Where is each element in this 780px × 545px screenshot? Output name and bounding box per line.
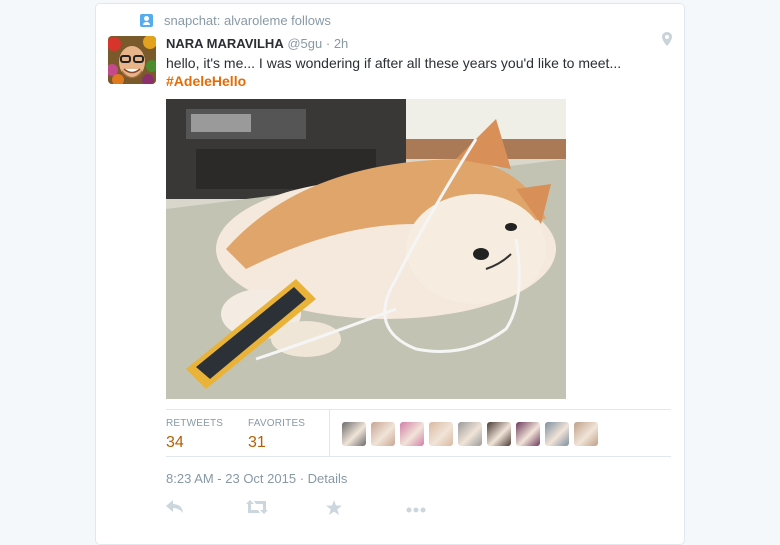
retweet-icon (246, 500, 268, 514)
tweet-photo[interactable] (166, 99, 566, 399)
retweets-stat[interactable]: RETWEETS 34 (166, 418, 223, 452)
user-follow-icon (140, 14, 153, 27)
favoriter-avatar[interactable] (516, 422, 540, 446)
avatar[interactable] (108, 36, 156, 84)
retweets-count: 34 (166, 434, 184, 451)
favoriter-avatar[interactable] (545, 422, 569, 446)
stats-divider (329, 410, 330, 456)
dog-photo (166, 99, 566, 399)
tweet-context: snapchat: alvaroleme follows (140, 13, 331, 28)
details-link[interactable]: Details (308, 471, 348, 486)
favoriters-list (342, 422, 603, 446)
tweet-stats: RETWEETS 34 FAVORITES 31 (166, 409, 671, 457)
retweet-button[interactable] (246, 500, 326, 520)
favoriter-avatar[interactable] (429, 422, 453, 446)
favorites-label: FAVORITES (248, 418, 306, 429)
favoriter-avatar[interactable] (342, 422, 366, 446)
more-icon (406, 507, 426, 513)
tweet-body: hello, it's me... I was wondering if aft… (166, 55, 622, 71)
tweet-meta: 8:23 AM - 23 Oct 2015 · Details (166, 471, 347, 486)
tweet-header: NARA MARAVILHA @5gu · 2h (166, 36, 348, 51)
user-screen-name[interactable]: @5gu (287, 36, 322, 51)
favoriter-avatar[interactable] (371, 422, 395, 446)
favorites-stat[interactable]: FAVORITES 31 (248, 418, 305, 452)
time-separator: · (325, 36, 331, 51)
location-pin-icon[interactable] (662, 32, 672, 46)
favoriter-avatar[interactable] (574, 422, 598, 446)
tweet-text: hello, it's me... I was wondering if aft… (166, 54, 621, 90)
favoriter-avatar[interactable] (400, 422, 424, 446)
user-fullname[interactable]: NARA MARAVILHA (166, 36, 284, 51)
retweets-label: RETWEETS (166, 418, 224, 429)
favorite-button[interactable] (326, 500, 406, 520)
favoriter-avatar[interactable] (458, 422, 482, 446)
meta-separator: · (299, 471, 305, 486)
context-text: snapchat: alvaroleme follows (164, 13, 331, 28)
star-icon (326, 500, 342, 515)
reply-icon (166, 500, 183, 513)
tweet-actions (166, 500, 486, 520)
favorites-count: 31 (248, 434, 266, 451)
more-button[interactable] (406, 500, 486, 520)
tweet-timestamp[interactable]: 8:23 AM - 23 Oct 2015 (166, 471, 296, 486)
favoriter-avatar[interactable] (487, 422, 511, 446)
hashtag-link[interactable]: #AdeleHello (166, 72, 621, 90)
reply-button[interactable] (166, 500, 246, 520)
tweet-time[interactable]: 2h (334, 36, 348, 51)
tweet-card[interactable]: snapchat: alvaroleme follows NARA MARAVI… (95, 3, 685, 545)
